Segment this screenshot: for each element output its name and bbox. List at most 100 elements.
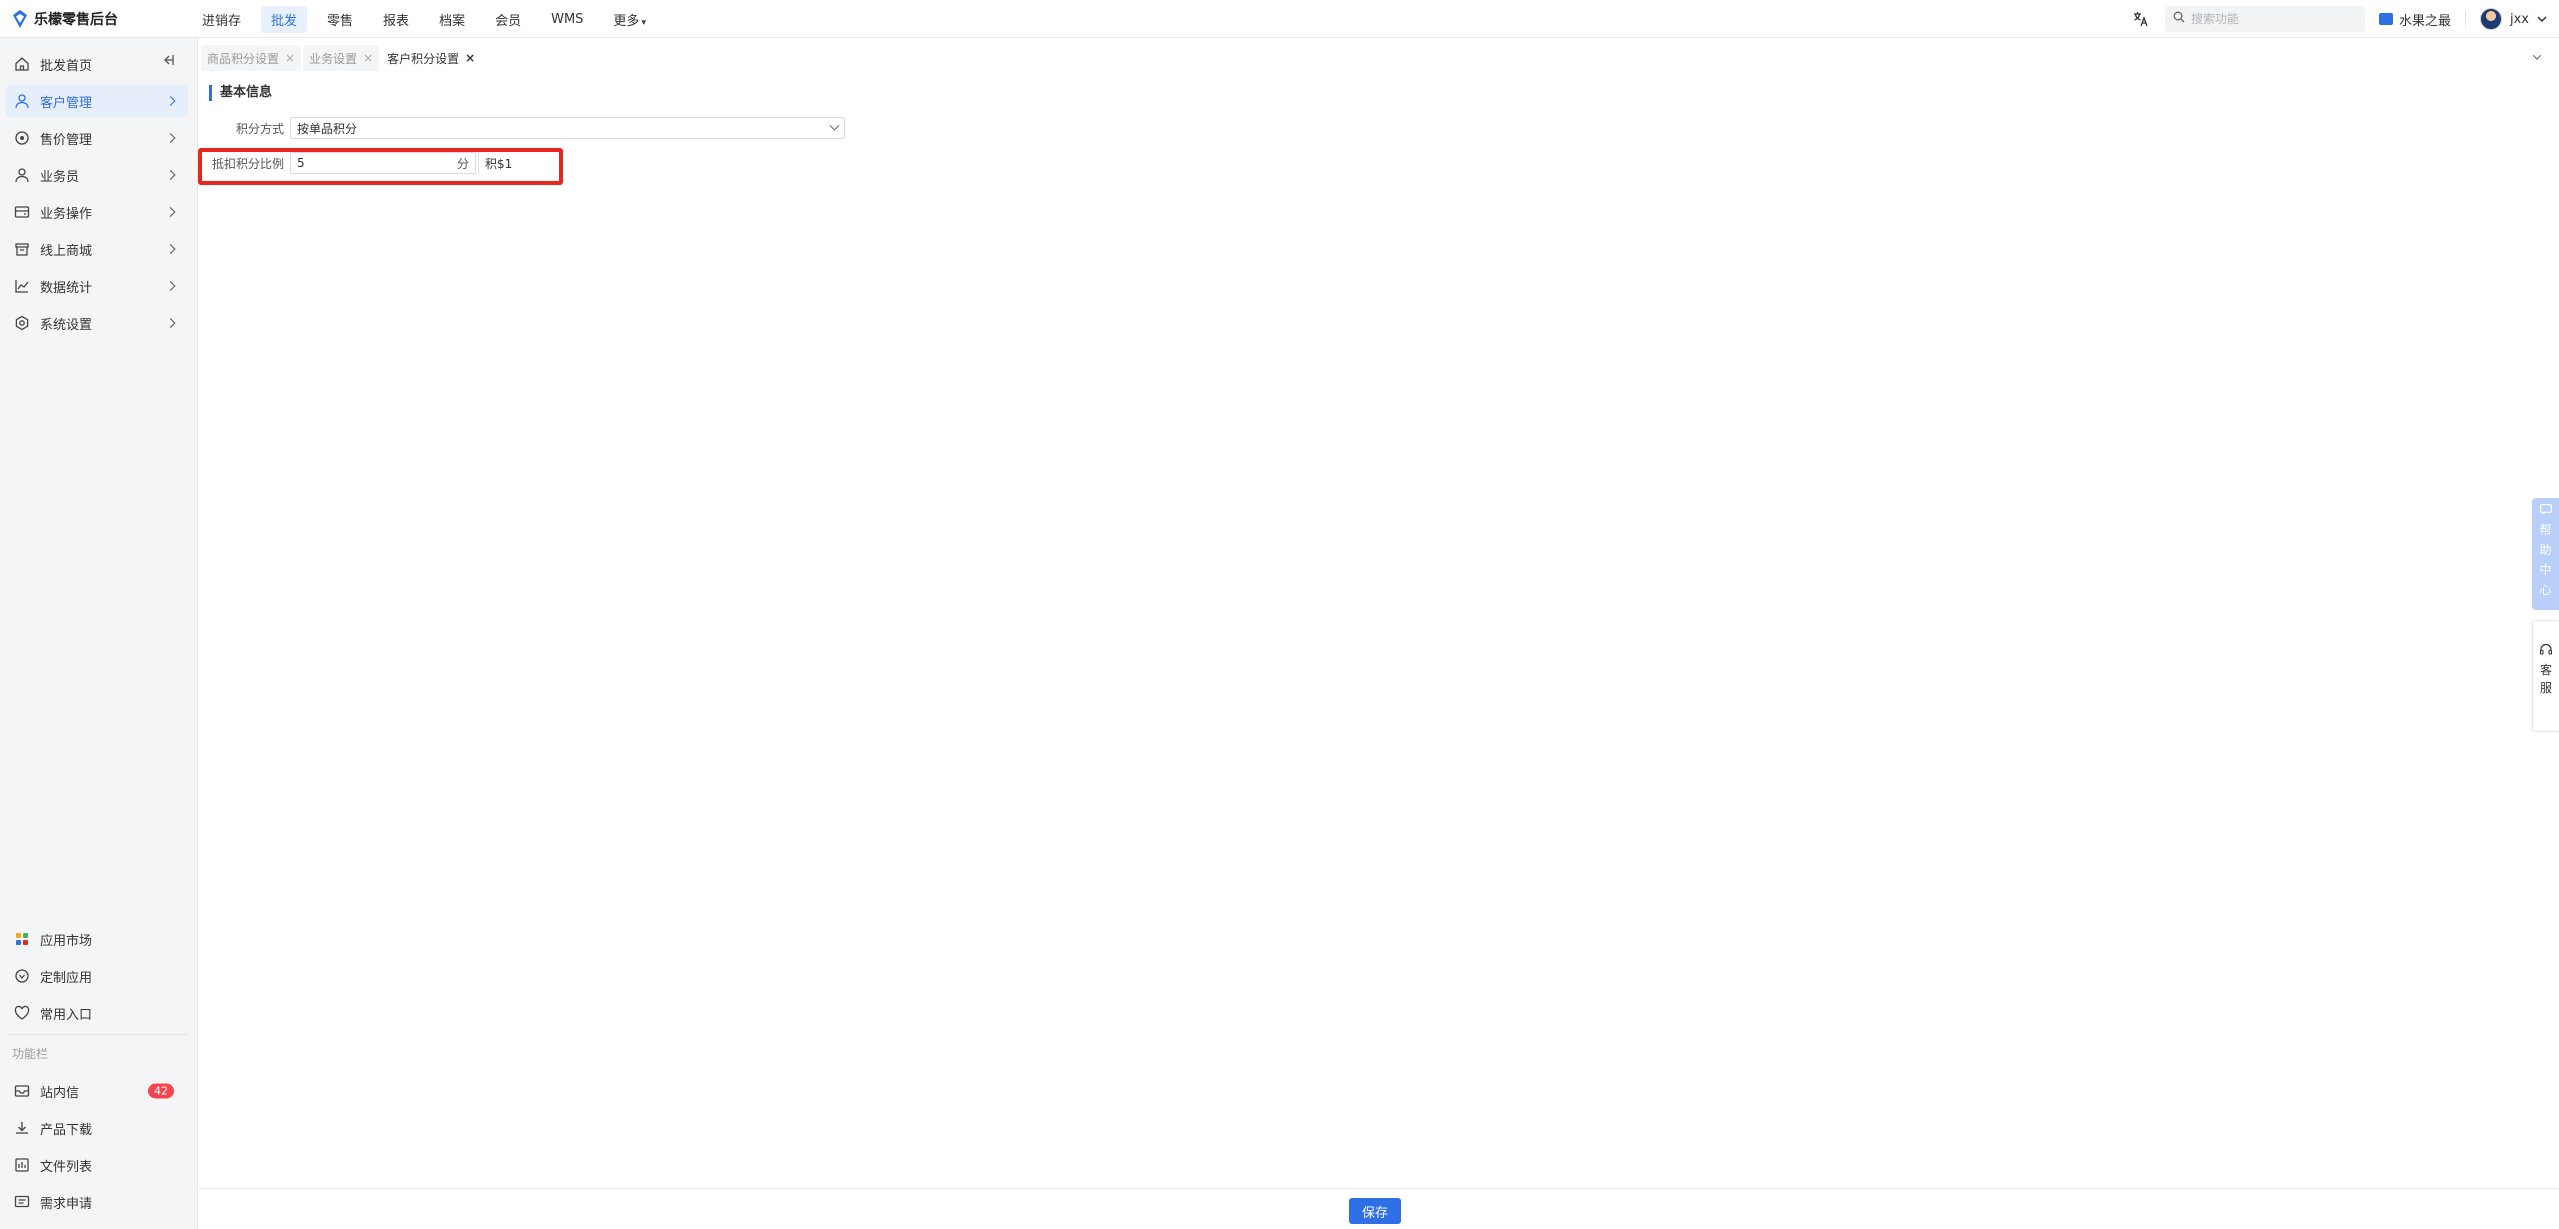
sidebar-item-label: 数据统计 bbox=[40, 280, 93, 296]
sidebar-item-custom-apps[interactable]: 定制应用 bbox=[6, 960, 188, 992]
search-input[interactable] bbox=[2190, 12, 2357, 26]
customer-service-tab[interactable]: 客 服 bbox=[2532, 620, 2559, 732]
sidebar-item-label: 批发首页 bbox=[40, 58, 93, 74]
sidebar-item-salesperson[interactable]: 业务员 bbox=[6, 159, 188, 191]
sidebar-item-label: 业务操作 bbox=[40, 206, 93, 222]
save-button[interactable]: 保存 bbox=[1349, 1198, 1401, 1224]
store-icon bbox=[2378, 13, 2393, 25]
nav-item-wms[interactable]: WMS bbox=[541, 8, 593, 31]
store-icon bbox=[14, 241, 30, 257]
sidebar-item-customer-management[interactable]: 客户管理 bbox=[6, 85, 188, 117]
function-search[interactable] bbox=[2164, 6, 2365, 32]
deduction-ratio-unit: 分 bbox=[456, 156, 469, 171]
gear-icon bbox=[14, 315, 30, 331]
nav-item-inventory[interactable]: 进销存 bbox=[192, 6, 251, 33]
sidebar-item-business-ops[interactable]: 业务操作 bbox=[6, 196, 188, 228]
collapse-sidebar-icon[interactable] bbox=[160, 52, 176, 68]
service-char: 服 bbox=[2539, 681, 2552, 695]
sidebar-item-file-list[interactable]: 文件列表 bbox=[6, 1149, 188, 1181]
top-bar: 乐檬零售后台 进销存 批发 零售 报表 档案 会员 WMS 更多▾ 水果之最 j… bbox=[0, 0, 2559, 38]
deduction-ratio-input[interactable]: 5 分 bbox=[290, 152, 476, 174]
help-char: 心 bbox=[2539, 583, 2552, 597]
request-icon bbox=[14, 1194, 30, 1210]
tab-business-settings[interactable]: 业务设置 × bbox=[303, 45, 380, 71]
sidebar-item-label: 站内信 bbox=[40, 1085, 80, 1101]
user-icon bbox=[14, 93, 30, 109]
app-market-icon bbox=[14, 931, 30, 947]
points-method-label: 积分方式 bbox=[235, 121, 284, 136]
sidebar-item-label: 线上商城 bbox=[40, 243, 93, 259]
home-icon bbox=[14, 56, 30, 72]
tabs-dropdown-button[interactable] bbox=[2527, 47, 2547, 67]
store-switcher[interactable]: 水果之最 bbox=[2378, 10, 2451, 29]
page-tabs: 商品积分设置 × 业务设置 × 客户积分设置 × bbox=[199, 43, 2559, 71]
help-center-tab[interactable]: 帮 助 中 心 bbox=[2532, 498, 2559, 610]
logo-icon bbox=[12, 10, 28, 28]
message-icon bbox=[2539, 504, 2552, 518]
download-icon bbox=[14, 1120, 30, 1136]
chevron-right-icon bbox=[165, 281, 176, 291]
service-char: 客 bbox=[2539, 663, 2552, 677]
tab-label: 商品积分设置 bbox=[207, 51, 280, 66]
sidebar-item-label: 需求申请 bbox=[40, 1196, 93, 1212]
sidebar-item-product-download[interactable]: 产品下载 bbox=[6, 1112, 188, 1144]
sidebar-item-label: 常用入口 bbox=[40, 1007, 93, 1023]
function-bar-label: 功能栏 bbox=[12, 1047, 49, 1061]
help-char: 中 bbox=[2539, 563, 2552, 577]
sidebar-item-data-stats[interactable]: 数据统计 bbox=[6, 270, 188, 302]
points-method-row: 积分方式 按单品积分 bbox=[199, 117, 845, 139]
points-method-select[interactable]: 按单品积分 bbox=[290, 117, 845, 139]
close-icon[interactable]: × bbox=[285, 51, 295, 65]
sidebar-item-online-mall[interactable]: 线上商城 bbox=[6, 233, 188, 265]
mail-icon bbox=[14, 1083, 30, 1099]
chevron-down-icon bbox=[2532, 51, 2542, 60]
search-icon bbox=[2173, 11, 2185, 27]
nav-more-label: 更多 bbox=[613, 13, 640, 29]
chevron-down-icon bbox=[2537, 16, 2547, 23]
chevron-right-icon bbox=[165, 96, 176, 106]
nav-item-archive[interactable]: 档案 bbox=[429, 6, 475, 33]
unread-count-badge: 42 bbox=[148, 1083, 174, 1099]
sidebar-item-label: 系统设置 bbox=[40, 317, 93, 333]
sidebar-item-requests[interactable]: 需求申请 bbox=[6, 1186, 188, 1218]
nav-item-more[interactable]: 更多 ▾ bbox=[603, 6, 656, 33]
header-actions: 水果之最 jxx bbox=[2131, 0, 2547, 38]
top-nav: 进销存 批发 零售 报表 档案 会员 WMS 更多 ▾ bbox=[192, 0, 656, 38]
header-divider bbox=[2465, 11, 2466, 27]
sidebar-item-price-management[interactable]: 售价管理 bbox=[6, 122, 188, 154]
sidebar: 批发首页 客户管理 售价管理 业务员 业务操作 线上商城 数据统计 系统设置 应… bbox=[0, 38, 198, 1229]
app-title: 乐檬零售后台 bbox=[34, 12, 118, 28]
user-menu[interactable]: jxx bbox=[2480, 8, 2547, 30]
chevron-right-icon bbox=[165, 133, 176, 143]
tab-product-points-settings[interactable]: 商品积分设置 × bbox=[201, 45, 302, 71]
deduction-ratio-row: 抵扣积分比例 5 分 积$1 bbox=[199, 152, 518, 174]
translate-icon[interactable] bbox=[2131, 9, 2151, 29]
nav-item-retail[interactable]: 零售 bbox=[317, 6, 363, 33]
nav-item-wholesale[interactable]: 批发 bbox=[261, 5, 308, 33]
nav-item-member[interactable]: 会员 bbox=[485, 6, 531, 33]
sidebar-item-messages[interactable]: 站内信 42 bbox=[6, 1075, 188, 1107]
deduction-ratio-label: 抵扣积分比例 bbox=[211, 156, 284, 171]
custom-app-icon bbox=[14, 968, 30, 984]
sidebar-item-app-market[interactable]: 应用市场 bbox=[6, 923, 188, 955]
heart-icon bbox=[14, 1005, 30, 1021]
footer-bar: 保存 bbox=[199, 1188, 2559, 1229]
chevron-right-icon bbox=[165, 244, 176, 254]
tab-customer-points-settings[interactable]: 客户积分设置 × bbox=[381, 45, 482, 71]
avatar bbox=[2480, 8, 2502, 30]
app-logo[interactable]: 乐檬零售后台 bbox=[12, 0, 118, 38]
headset-icon bbox=[2539, 643, 2553, 660]
main-content: 基本信息 积分方式 按单品积分 抵扣积分比例 5 分 积$1 bbox=[199, 71, 2559, 1188]
sidebar-item-favorites[interactable]: 常用入口 bbox=[6, 997, 188, 1029]
folder-icon bbox=[14, 204, 30, 220]
user-icon bbox=[14, 167, 30, 183]
close-icon[interactable]: × bbox=[465, 51, 475, 65]
chevron-right-icon bbox=[165, 318, 176, 328]
file-list-icon bbox=[14, 1157, 30, 1173]
chart-icon bbox=[14, 278, 30, 294]
nav-item-reports[interactable]: 报表 bbox=[373, 6, 419, 33]
sidebar-divider bbox=[8, 1034, 188, 1035]
sidebar-item-system-settings[interactable]: 系统设置 bbox=[6, 307, 188, 339]
close-icon[interactable]: × bbox=[363, 51, 373, 65]
deduction-ratio-value: 5 bbox=[297, 156, 305, 170]
